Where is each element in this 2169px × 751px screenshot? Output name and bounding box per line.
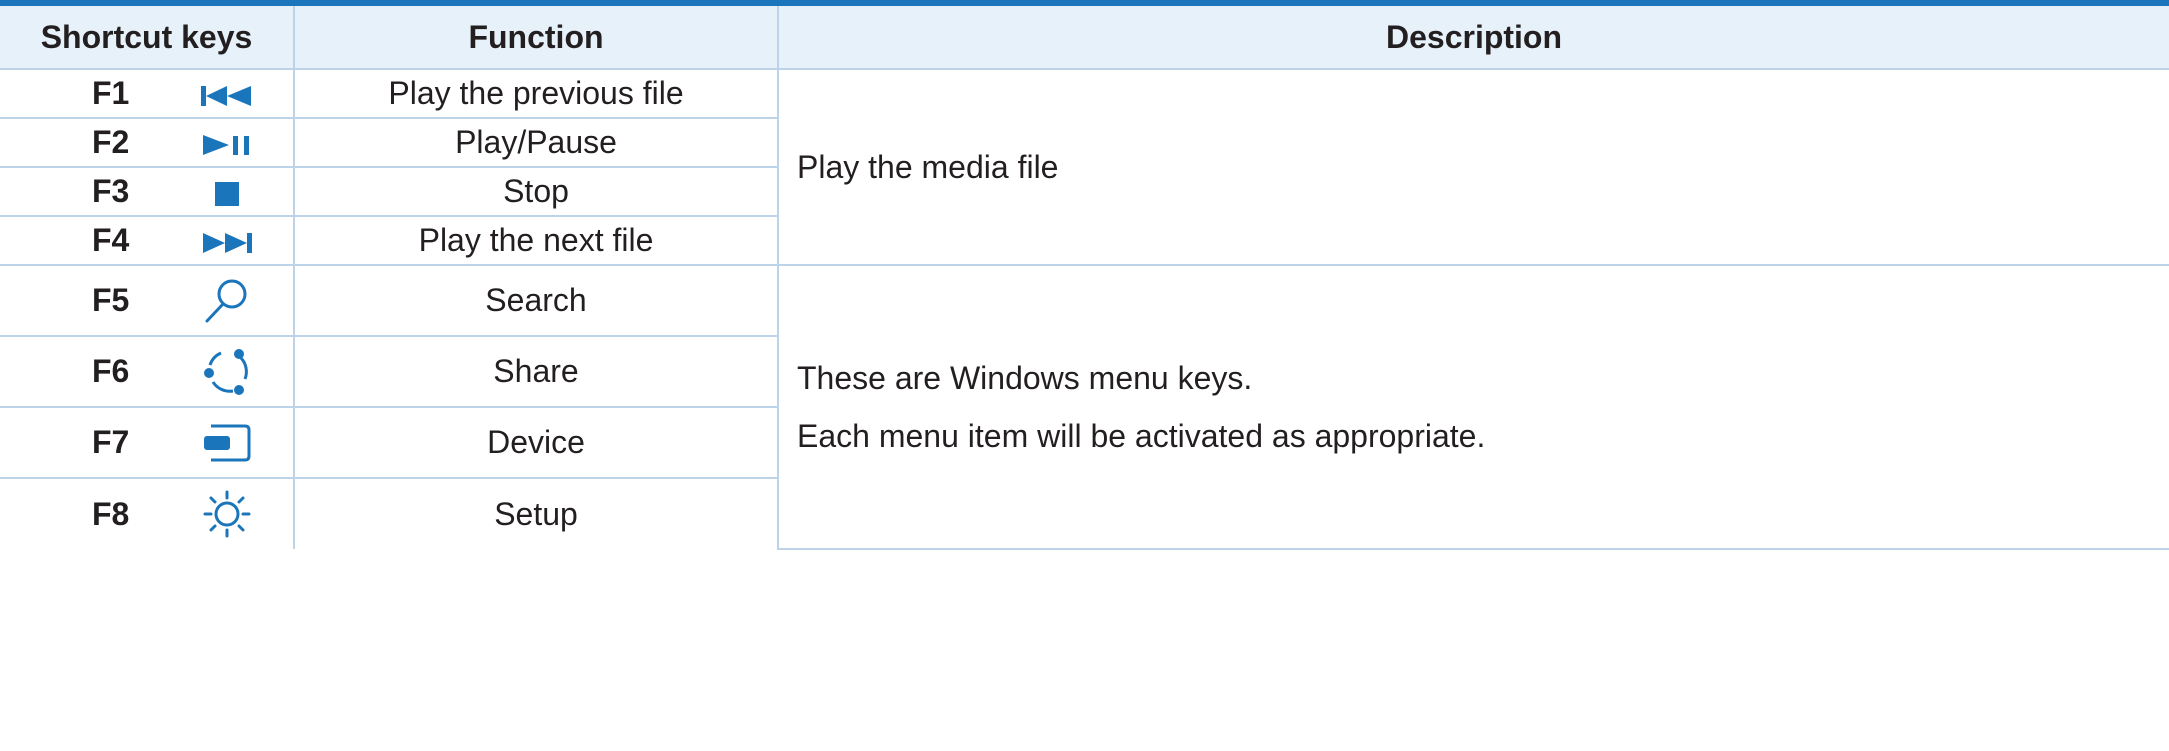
- table-header-row: Shortcut keys Function Description: [0, 6, 2169, 70]
- description-media: Play the media file: [777, 68, 2169, 266]
- key-label: F6: [0, 335, 160, 408]
- table-row: F5 Search These are Windows menu keys. E…: [0, 264, 2169, 550]
- key-icon-cell: [160, 335, 295, 408]
- shortcut-table-page: Shortcut keys Function Description F1 Pl…: [0, 0, 2169, 751]
- function-cell: Share: [293, 335, 778, 408]
- header-description: Description: [777, 6, 2169, 70]
- function-cell: Setup: [293, 477, 778, 549]
- key-label: F7: [0, 406, 160, 479]
- key-label: F8: [0, 477, 160, 549]
- key-icon-cell: [160, 215, 295, 266]
- key-label: F5: [0, 264, 160, 337]
- header-function: Function: [293, 6, 779, 70]
- description-windows: These are Windows menu keys. Each menu i…: [777, 264, 2169, 550]
- function-cell: Play/Pause: [293, 117, 778, 168]
- previous-track-icon: [200, 85, 251, 106]
- play-pause-icon: [202, 134, 249, 155]
- key-icon-cell: [160, 166, 295, 217]
- description-windows-line1: These are Windows menu keys.: [797, 360, 1253, 396]
- function-cell: Search: [293, 264, 779, 337]
- function-cell: Play the next file: [293, 215, 778, 266]
- key-label: F2: [0, 117, 160, 168]
- header-shortcut-keys: Shortcut keys: [0, 6, 295, 70]
- function-cell: Stop: [293, 166, 778, 217]
- next-track-icon: [202, 232, 252, 253]
- setup-sun-icon: [203, 490, 250, 538]
- key-label: F3: [0, 166, 160, 217]
- stop-icon: [214, 181, 239, 206]
- key-label: F4: [0, 215, 160, 266]
- function-cell: Play the previous file: [293, 68, 779, 119]
- function-cell: Device: [293, 406, 778, 479]
- search-icon: [205, 279, 246, 322]
- key-icon-cell: [160, 264, 295, 337]
- key-icon-cell: [160, 117, 295, 168]
- table-row: F1 Play the previous file Play the media…: [0, 68, 2169, 266]
- key-icon-cell: [160, 406, 295, 479]
- key-icon-cell: [160, 68, 295, 119]
- key-icon-cell: [160, 477, 295, 549]
- shortcut-keys-table: Shortcut keys Function Description F1 Pl…: [0, 6, 2169, 550]
- device-icon: [203, 424, 250, 462]
- key-label: F1: [0, 68, 160, 119]
- description-windows-line2: Each menu item will be activated as appr…: [797, 418, 1486, 454]
- share-icon: [203, 348, 248, 395]
- description-media-text: Play the media file: [797, 148, 1059, 185]
